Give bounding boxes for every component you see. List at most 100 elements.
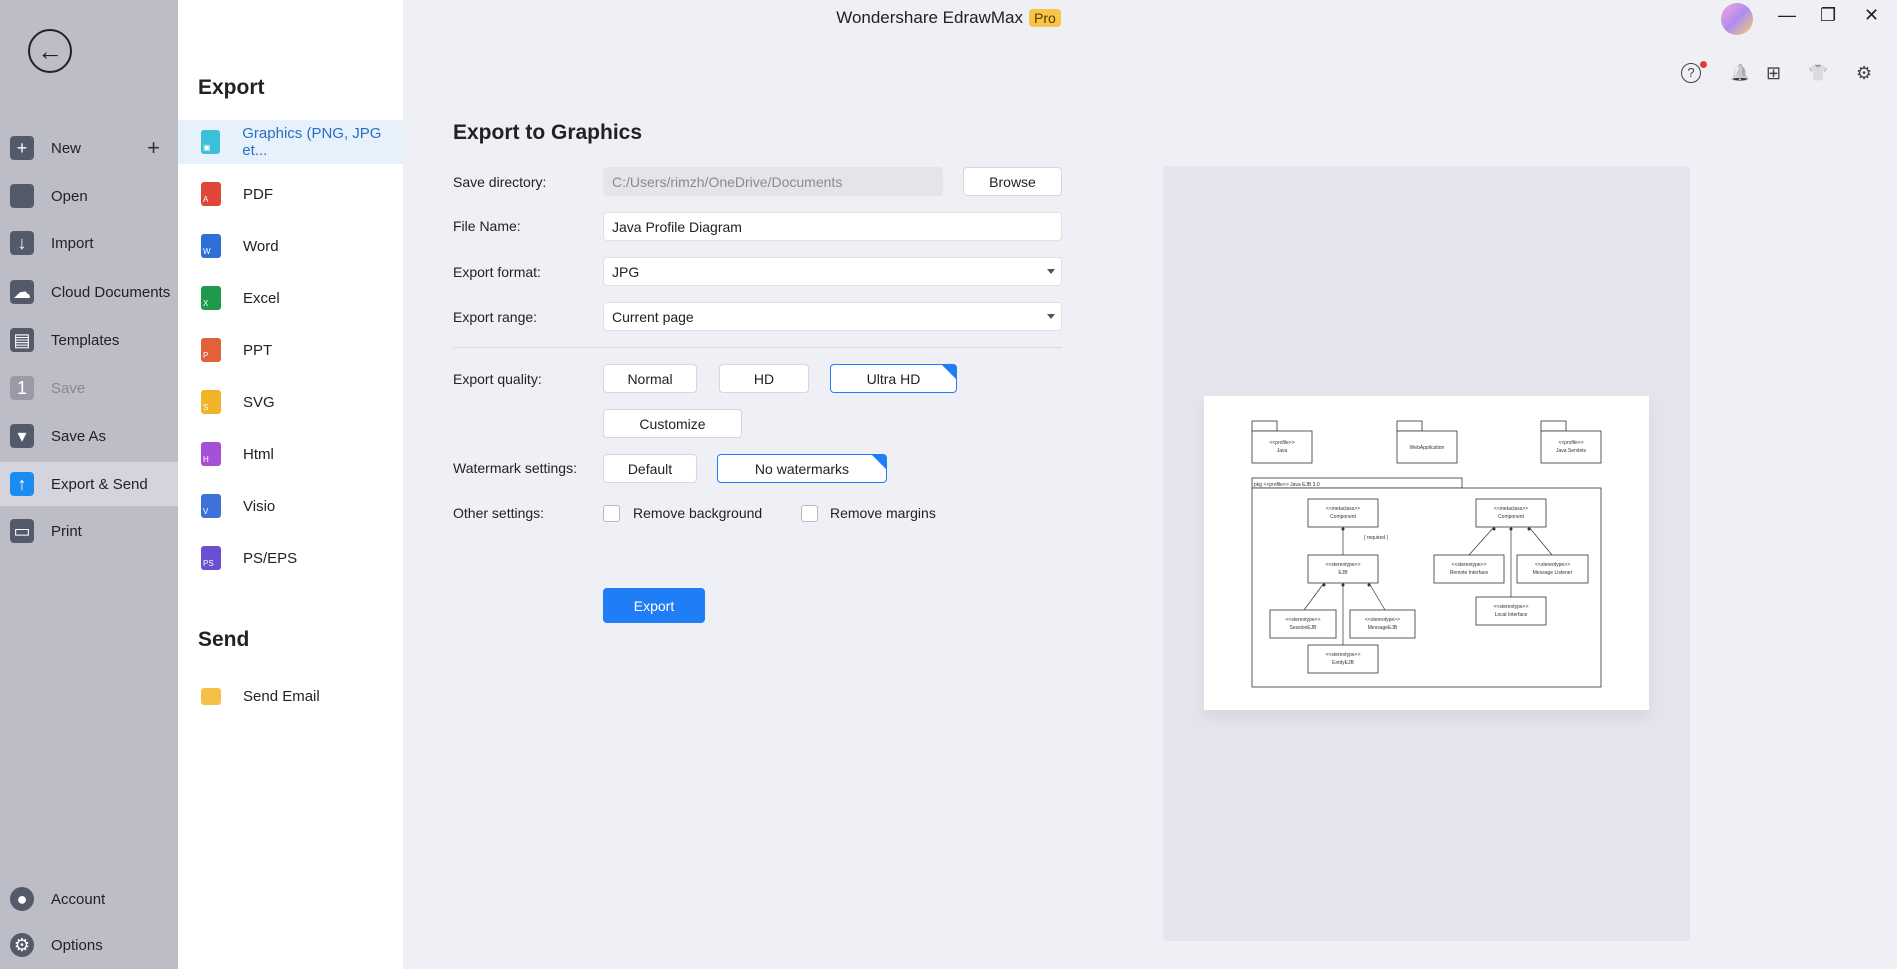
print-icon: ▭: [10, 519, 34, 543]
restore-button[interactable]: ❐: [1820, 5, 1836, 26]
export-quality-label: Export quality:: [453, 371, 542, 387]
package-tab: [1540, 420, 1567, 432]
export-item-excel[interactable]: X Excel: [178, 276, 403, 320]
sidebar-item-account[interactable]: ● Account: [0, 877, 178, 921]
export-button[interactable]: Export: [603, 588, 705, 623]
excel-file-icon: X: [201, 286, 221, 310]
sidebar-item-save[interactable]: 1 Save: [0, 366, 178, 410]
export-item-visio[interactable]: V Visio: [178, 484, 403, 528]
export-item-pseps[interactable]: PS PS/EPS: [178, 536, 403, 580]
remove-margins-checkbox[interactable]: [801, 505, 818, 522]
pdf-file-icon: A: [201, 182, 221, 206]
ppt-file-icon: P: [201, 338, 221, 362]
class-name: MessageEJB: [1368, 625, 1398, 631]
sidebar-item-import[interactable]: ↓ Import: [0, 221, 178, 265]
export-format-label: Export format:: [453, 264, 541, 280]
class-name: Local Interface: [1495, 612, 1528, 618]
file-name-label: File Name:: [453, 218, 521, 234]
app-title: Wondershare EdrawMax: [836, 8, 1023, 27]
sidebar-item-label: Save As: [51, 427, 107, 445]
customize-button[interactable]: Customize: [603, 409, 742, 438]
frame-body: [1251, 487, 1602, 688]
remove-margins-label: Remove margins: [830, 505, 936, 521]
help-icon[interactable]: ?: [1681, 63, 1701, 83]
sidebar-item-open[interactable]: Open: [0, 174, 178, 218]
folder-icon: [10, 184, 34, 208]
save-as-icon: ▾: [10, 424, 34, 448]
minimize-button[interactable]: —: [1778, 5, 1796, 26]
export-item-label: SVG: [243, 393, 275, 411]
sidebar-item-cloud-documents[interactable]: ☁ Cloud Documents: [0, 270, 178, 314]
file-name-input[interactable]: Java Profile Diagram: [603, 212, 1062, 241]
class-box: [1516, 554, 1589, 584]
export-item-svg[interactable]: S SVG: [178, 380, 403, 424]
export-item-ppt[interactable]: P PPT: [178, 328, 403, 372]
dropdown-caret-icon: [1047, 269, 1055, 278]
export-format-select[interactable]: JPG: [603, 257, 1062, 286]
import-icon: ↓: [10, 231, 34, 255]
account-icon: ●: [10, 887, 34, 911]
email-icon: [201, 687, 221, 705]
class-stereotype: <<stereotype>>: [1285, 617, 1320, 623]
export-item-pdf[interactable]: A PDF: [178, 172, 403, 216]
class-name: Component: [1330, 514, 1356, 520]
package-tab: [1396, 420, 1423, 432]
arrow-left-icon: ←: [37, 36, 63, 66]
new-icon: +: [10, 136, 34, 160]
back-button[interactable]: ←: [28, 29, 72, 73]
settings-icon[interactable]: ⚙: [1856, 63, 1872, 84]
save-icon: 1: [10, 376, 34, 400]
export-range-select[interactable]: Current page: [603, 302, 1062, 331]
pro-badge: Pro: [1028, 9, 1061, 27]
sidebar-item-new[interactable]: + New +: [0, 126, 178, 170]
export-icon: ↑: [10, 472, 34, 496]
sidebar-item-options[interactable]: ⚙ Options: [0, 923, 178, 967]
remove-background-label: Remove background: [633, 505, 763, 521]
frame-label: pkg <<profile>> Java EJB 3.0: [1254, 482, 1320, 488]
theme-icon[interactable]: 👕: [1808, 63, 1828, 83]
export-item-label: Excel: [243, 289, 280, 307]
class-stereotype: <<stereotype>>: [1365, 617, 1400, 623]
remove-background-checkbox[interactable]: [603, 505, 620, 522]
export-heading: Export: [198, 76, 265, 99]
class-box: [1475, 596, 1547, 626]
quality-normal-button[interactable]: Normal: [603, 364, 697, 393]
sidebar-item-label: Save: [51, 379, 86, 397]
bell-icon[interactable]: 🔔: [1730, 63, 1750, 83]
quality-ultra-hd-button[interactable]: Ultra HD: [830, 364, 957, 393]
dropdown-caret-icon: [1047, 314, 1055, 323]
sidebar-item-save-as[interactable]: ▾ Save As: [0, 414, 178, 458]
close-button[interactable]: ✕: [1864, 5, 1879, 26]
watermark-default-button[interactable]: Default: [603, 454, 697, 483]
sidebar-item-templates[interactable]: ▤ Templates: [0, 318, 178, 362]
export-range-label: Export range:: [453, 309, 538, 325]
export-item-word[interactable]: W Word: [178, 224, 403, 268]
arrow-head: [1367, 583, 1371, 587]
avatar[interactable]: [1721, 3, 1753, 35]
export-type-panel: Export ▣ Graphics (PNG, JPG et... A PDF W Wor…: [178, 0, 403, 969]
class-name: EJB: [1338, 570, 1348, 576]
class-name: EntityEJB: [1332, 660, 1354, 666]
sidebar-item-print[interactable]: ▭ Print: [0, 509, 178, 553]
svg-file-icon: S: [201, 390, 221, 414]
class-stereotype: <<stereotype>>: [1325, 652, 1360, 658]
class-name: Remote Interface: [1450, 570, 1489, 576]
no-watermarks-button[interactable]: No watermarks: [717, 454, 887, 483]
class-name: SessionEJB: [1290, 625, 1318, 631]
send-heading: Send: [198, 628, 250, 651]
export-item-label: Visio: [243, 497, 276, 515]
send-email-item[interactable]: Send Email: [178, 674, 403, 718]
quality-hd-button[interactable]: HD: [719, 364, 809, 393]
apps-icon[interactable]: ⊞: [1766, 63, 1781, 84]
export-item-html[interactable]: H Html: [178, 432, 403, 476]
class-stereotype: <<metaclass>>: [1494, 506, 1528, 512]
export-item-graphics[interactable]: ▣ Graphics (PNG, JPG et...: [178, 120, 403, 164]
browse-button[interactable]: Browse: [963, 167, 1062, 196]
visio-file-icon: V: [201, 494, 221, 518]
package-name: WebApplication: [1410, 445, 1445, 451]
save-directory-field: C:/Users/rimzh/OneDrive/Documents: [603, 167, 943, 196]
plus-icon[interactable]: +: [147, 135, 160, 161]
sidebar-item-label: New: [51, 139, 82, 157]
sidebar-item-export-send[interactable]: ↑ Export & Send: [0, 462, 178, 506]
export-item-label: PPT: [243, 341, 273, 359]
